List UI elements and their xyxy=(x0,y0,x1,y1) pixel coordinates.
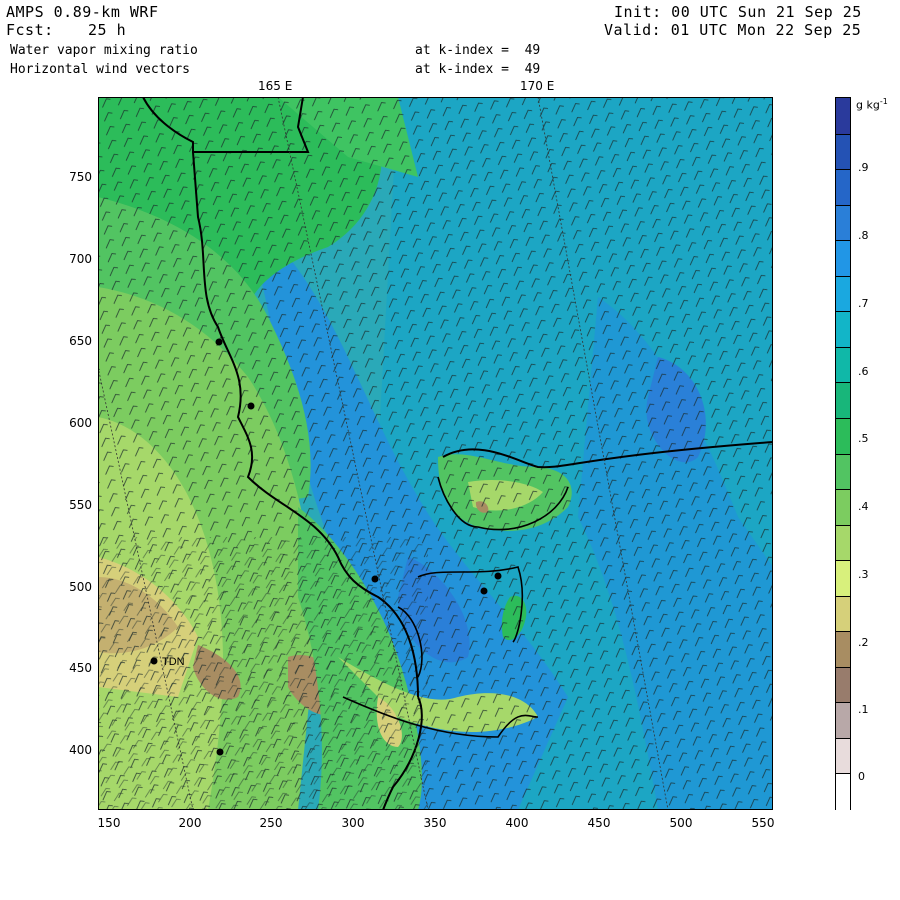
x-tick: 550 xyxy=(751,816,775,830)
colorbar-segment xyxy=(836,417,850,455)
colorbar-segment xyxy=(836,702,850,740)
colorbar-segment xyxy=(836,240,850,278)
colorbar-segment xyxy=(836,489,850,527)
y-tick: 550 xyxy=(69,498,92,512)
longitude-label-165e: 165 E xyxy=(258,79,293,93)
valid-time: Valid: 01 UTC Mon 22 Sep 25 xyxy=(604,21,862,39)
plot-frame xyxy=(98,97,773,810)
y-tick: 650 xyxy=(69,334,92,348)
x-tick: 150 xyxy=(97,816,121,830)
colorbar-segment xyxy=(836,595,850,633)
colorbar-label: .5 xyxy=(858,432,869,445)
colorbar-segment xyxy=(836,560,850,598)
colorbar-segment xyxy=(836,98,850,135)
colorbar-label: .7 xyxy=(858,297,869,310)
y-tick: 600 xyxy=(69,416,92,430)
colorbar-segment xyxy=(836,169,850,207)
y-tick: 750 xyxy=(69,170,92,184)
x-tick: 350 xyxy=(423,816,447,830)
colorbar-label: .3 xyxy=(858,568,869,581)
x-tick: 400 xyxy=(505,816,529,830)
x-tick: 300 xyxy=(341,816,365,830)
colorbar-segment xyxy=(836,311,850,349)
colorbar-label: .9 xyxy=(858,161,869,174)
forecast-label: Fcst: xyxy=(6,21,54,39)
colorbar-label: .4 xyxy=(858,500,869,513)
colorbar-segment xyxy=(836,524,850,562)
x-tick: 200 xyxy=(178,816,202,830)
y-tick: 700 xyxy=(69,252,92,266)
colorbar-segment xyxy=(836,631,850,669)
map-plot-area: TDN xyxy=(98,97,773,810)
colorbar-segment xyxy=(836,204,850,242)
x-tick: 250 xyxy=(259,816,283,830)
colorbar-label: .6 xyxy=(858,365,869,378)
colorbar-label: .1 xyxy=(858,703,869,716)
colorbar-segment xyxy=(836,382,850,420)
colorbar-segment xyxy=(836,773,850,811)
field-level-shaded: at k-index = 49 xyxy=(415,43,541,58)
colorbar-segment xyxy=(836,346,850,384)
forecast-hour: 25 h xyxy=(88,21,127,39)
x-tick: 500 xyxy=(669,816,693,830)
colorbar-segment xyxy=(836,453,850,491)
init-time: Init: 00 UTC Sun 21 Sep 25 xyxy=(614,3,862,21)
colorbar-segment xyxy=(836,133,850,171)
colorbar-label: .2 xyxy=(858,636,869,649)
colorbar xyxy=(835,97,851,811)
x-tick: 450 xyxy=(587,816,611,830)
colorbar-segment xyxy=(836,666,850,704)
y-tick: 400 xyxy=(69,743,92,757)
colorbar-label: 0 xyxy=(858,770,865,783)
colorbar-unit: g kg-1 xyxy=(856,97,888,112)
y-tick: 450 xyxy=(69,661,92,675)
model-title: AMPS 0.89-km WRF xyxy=(6,3,159,21)
colorbar-label: .8 xyxy=(858,229,869,242)
colorbar-segment xyxy=(836,737,850,775)
y-tick: 500 xyxy=(69,580,92,594)
field-level-vectors: at k-index = 49 xyxy=(415,62,541,77)
colorbar-segment xyxy=(836,275,850,313)
field-name-vectors: Horizontal wind vectors xyxy=(10,62,191,77)
longitude-label-170e: 170 E xyxy=(520,79,555,93)
field-name-shaded: Water vapor mixing ratio xyxy=(10,43,198,58)
